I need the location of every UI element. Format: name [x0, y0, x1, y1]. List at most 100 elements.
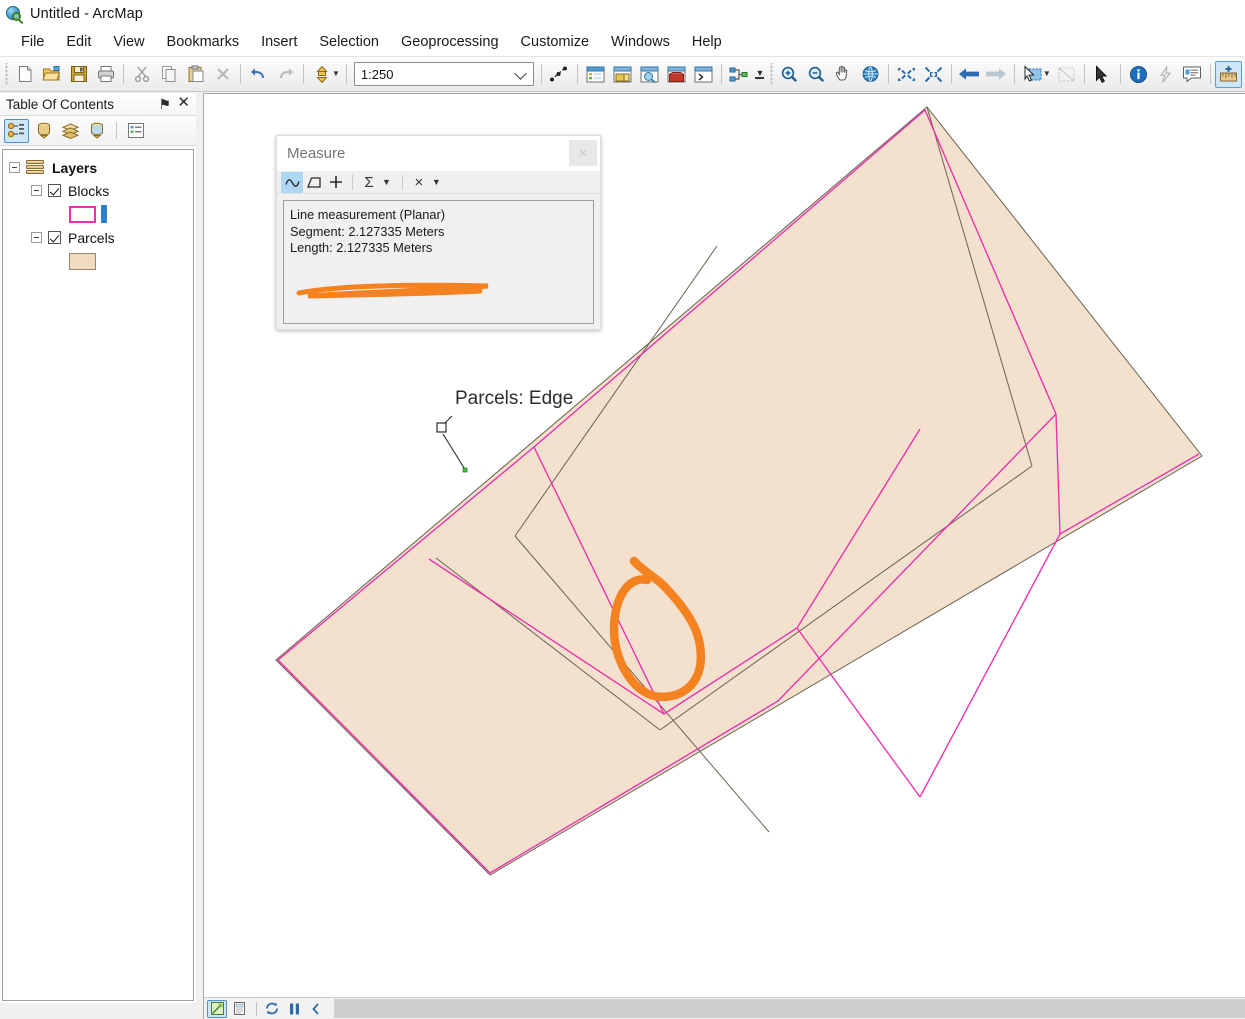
pan-icon[interactable] — [830, 61, 857, 88]
map-scale-value: 1:250 — [360, 66, 394, 82]
measure-icon[interactable] — [1214, 60, 1242, 88]
menu-help[interactable]: Help — [681, 30, 733, 54]
hyperlink-icon[interactable] — [1152, 61, 1179, 88]
delete-icon[interactable] — [209, 61, 236, 88]
full-extent-icon[interactable] — [857, 61, 884, 88]
menu-file[interactable]: File — [10, 30, 55, 54]
measure-result-header: Line measurement (Planar) — [290, 207, 446, 222]
show-total-tool[interactable]: Σ — [358, 172, 380, 193]
window-title: Untitled - ArcMap — [30, 6, 143, 22]
go-next-extent-icon[interactable] — [983, 61, 1010, 88]
zoom-in-icon[interactable] — [776, 61, 803, 88]
menu-edit[interactable]: Edit — [55, 30, 102, 54]
menu-bookmarks[interactable]: Bookmarks — [156, 30, 251, 54]
measure-result-length: Length: 2.127335 Meters — [290, 240, 433, 256]
menu-customize[interactable]: Customize — [510, 30, 601, 54]
layer-visibility-checkbox[interactable] — [48, 184, 61, 197]
model-builder-icon[interactable] — [726, 61, 753, 88]
list-by-drawing-order-icon[interactable] — [4, 118, 29, 143]
status-progress-track — [334, 999, 1245, 1018]
close-icon[interactable]: × — [569, 140, 597, 166]
legend-swatch-parcels — [3, 249, 193, 273]
list-by-source-icon[interactable] — [31, 119, 56, 143]
select-features-icon[interactable] — [1019, 61, 1046, 88]
menu-windows[interactable]: Windows — [600, 30, 681, 54]
measure-result-panel: Line measurement (Planar) Segment: 2.127… — [283, 200, 594, 324]
measured-line — [436, 415, 468, 473]
measure-result-segment: Segment: 2.127335 Meters — [290, 223, 445, 239]
menu-geoprocessing[interactable]: Geoprocessing — [390, 30, 510, 54]
menu-insert[interactable]: Insert — [250, 30, 308, 54]
zoom-out-icon[interactable] — [803, 61, 830, 88]
select-elements-icon[interactable] — [1089, 61, 1116, 88]
html-popup-icon[interactable] — [1179, 61, 1206, 88]
map-tooltip-parcels-edge: Parcels: Edge — [455, 388, 574, 409]
measure-area-tool[interactable] — [303, 172, 325, 193]
editor-toolbar-icon[interactable] — [546, 61, 573, 88]
measure-feature-tool[interactable] — [325, 172, 347, 193]
measure-line-tool[interactable] — [281, 171, 303, 193]
catalog-icon[interactable] — [609, 61, 636, 88]
menu-selection[interactable]: Selection — [308, 30, 390, 54]
table-of-contents-icon[interactable] — [582, 61, 609, 88]
list-by-selection-icon[interactable] — [85, 119, 110, 143]
refresh-view-button[interactable] — [262, 1000, 282, 1018]
chevron-down-icon[interactable] — [514, 67, 527, 80]
data-view-button[interactable] — [207, 999, 227, 1018]
close-icon[interactable]: ✕ — [177, 95, 190, 111]
show-total-dropdown[interactable]: ▼ — [380, 177, 397, 187]
paste-icon[interactable] — [182, 61, 209, 88]
expander-icon[interactable] — [31, 185, 42, 196]
redo-icon[interactable] — [272, 61, 299, 88]
new-document-icon[interactable] — [11, 61, 38, 88]
toolbar-grip[interactable] — [3, 63, 10, 85]
fixed-zoom-in-icon[interactable] — [893, 61, 920, 88]
toolbar-grip-2[interactable] — [767, 63, 775, 85]
fixed-zoom-out-icon[interactable] — [920, 61, 947, 88]
main-body: Table Of Contents ⚑ ✕ Layers Blocks Parc… — [0, 93, 1245, 1019]
python-window-icon[interactable] — [690, 61, 717, 88]
measure-dialog-toolbar: Σ ▼ × ▼ — [277, 171, 600, 194]
identify-icon[interactable] — [1125, 61, 1152, 88]
map-scale-combobox[interactable]: 1:250 — [353, 62, 534, 86]
legend-swatch-blocks — [3, 202, 193, 226]
map-status-bar — [204, 997, 1245, 1019]
copy-icon[interactable] — [155, 61, 182, 88]
go-back-extent-icon[interactable] — [956, 61, 983, 88]
menu-bar: File Edit View Bookmarks Insert Selectio… — [0, 28, 1245, 57]
menu-view[interactable]: View — [102, 30, 155, 54]
layout-view-button[interactable] — [229, 1000, 249, 1018]
auto-hide-pin-icon[interactable]: ⚑ — [158, 96, 171, 112]
sidebar-item-parcels[interactable]: Parcels — [3, 226, 193, 249]
sidebar-item-blocks[interactable]: Blocks — [3, 179, 193, 202]
pause-drawing-button[interactable] — [284, 1000, 304, 1018]
list-by-visibility-icon[interactable] — [58, 119, 83, 143]
save-icon[interactable] — [65, 61, 92, 88]
measure-dialog-title-bar[interactable]: Measure × — [277, 136, 600, 171]
measure-options-dropdown[interactable]: ▼ — [430, 177, 447, 187]
toc-layer-tree[interactable]: Layers Blocks Parcels — [2, 149, 194, 1001]
cut-icon[interactable] — [128, 61, 155, 88]
open-document-icon[interactable] — [38, 61, 65, 88]
print-icon[interactable] — [92, 61, 119, 88]
toggle-panel-button[interactable] — [306, 1000, 326, 1018]
layer-label-parcels: Parcels — [68, 229, 115, 246]
expander-icon[interactable] — [9, 162, 20, 173]
layer-visibility-checkbox[interactable] — [48, 231, 61, 244]
arctoolbox-icon[interactable] — [663, 61, 690, 88]
clear-selection-icon[interactable] — [1053, 61, 1080, 88]
clear-measurement-tool[interactable]: × — [408, 172, 430, 193]
toc-title: Table Of Contents — [6, 96, 115, 112]
add-data-icon[interactable] — [308, 61, 335, 88]
toolbar-overflow-icon[interactable]: ▼ — [753, 61, 767, 88]
search-window-icon[interactable] — [636, 61, 663, 88]
layers-stack-icon — [26, 160, 46, 175]
sigma-icon: Σ — [364, 173, 374, 191]
title-bar: Untitled - ArcMap — [0, 0, 1245, 28]
tan-fill-rectangle-icon — [69, 252, 96, 270]
options-icon[interactable] — [123, 119, 148, 143]
expander-icon[interactable] — [31, 232, 42, 243]
undo-icon[interactable] — [245, 61, 272, 88]
toc-root-layers[interactable]: Layers — [3, 156, 193, 179]
measure-dialog[interactable]: Measure × Σ ▼ × ▼ Line measurement (Plan… — [276, 135, 601, 330]
